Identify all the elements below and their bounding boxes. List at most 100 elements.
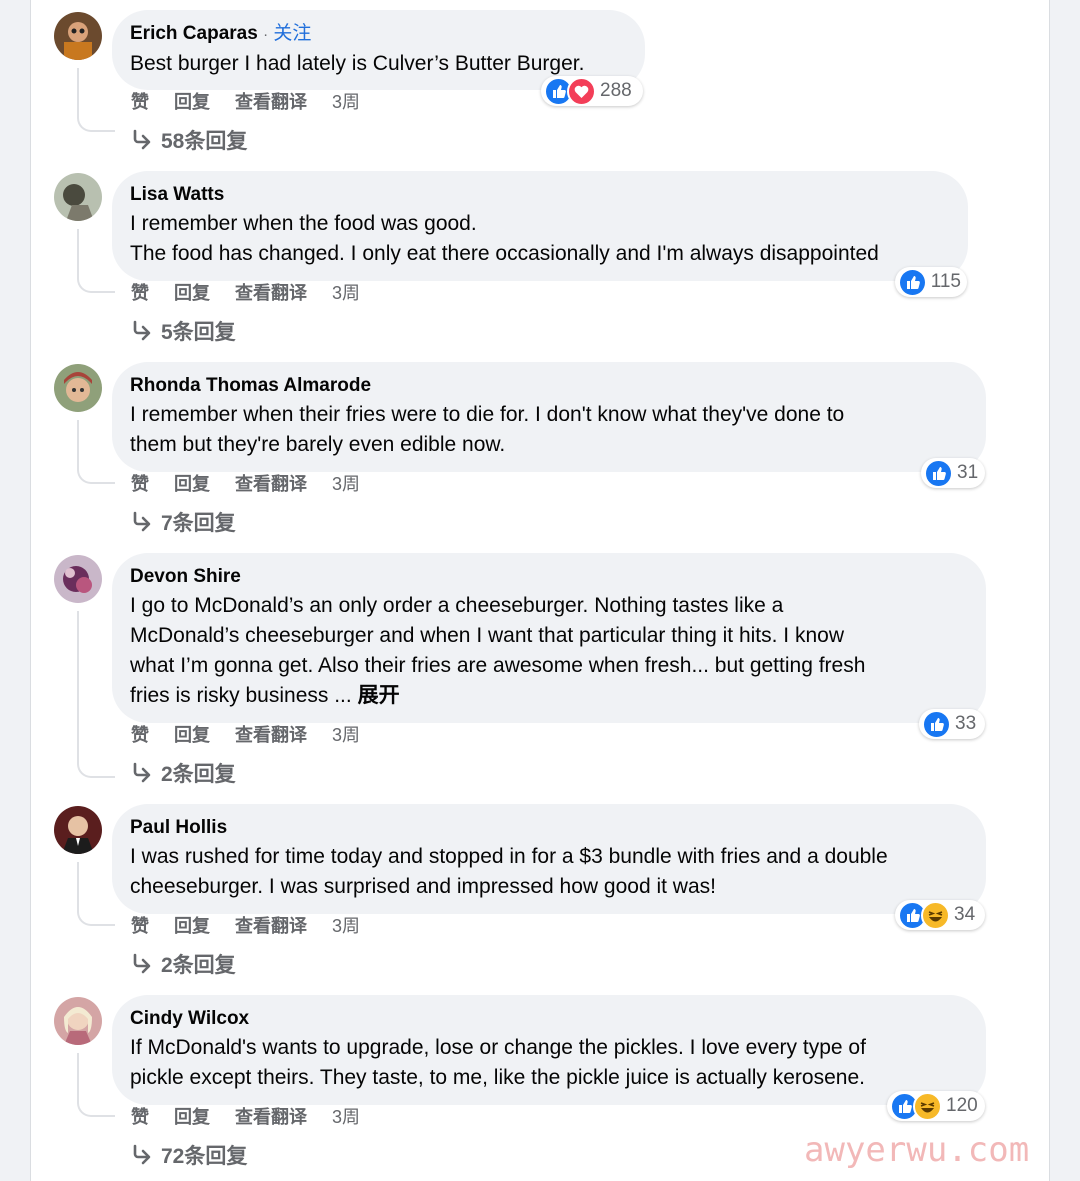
comment-actions: 赞 回复 查看翻译 3周 bbox=[131, 88, 380, 114]
comment-text: I go to McDonald’s an only order a chees… bbox=[130, 591, 968, 711]
translate-button[interactable]: 查看翻译 bbox=[235, 283, 307, 303]
thread-line bbox=[77, 1053, 115, 1117]
comment-time[interactable]: 3周 bbox=[332, 283, 360, 303]
comment-bubble: Lisa Watts I remember when the food was … bbox=[112, 171, 968, 281]
reaction-summary[interactable]: 288 bbox=[541, 76, 643, 106]
like-button[interactable]: 赞 bbox=[131, 92, 149, 112]
reaction-count: 115 bbox=[930, 271, 961, 292]
comment: Lisa Watts I remember when the food was … bbox=[31, 161, 1049, 352]
author-line: Lisa Watts bbox=[130, 181, 950, 209]
like-button[interactable]: 赞 bbox=[131, 474, 149, 494]
author-name[interactable]: Erich Caparas bbox=[130, 23, 258, 44]
comment-time[interactable]: 3周 bbox=[332, 1107, 360, 1127]
comment-bubble: Cindy Wilcox If McDonald's wants to upgr… bbox=[112, 995, 986, 1105]
follow-button[interactable]: 关注 bbox=[273, 23, 311, 44]
reaction-summary[interactable]: 31 bbox=[921, 458, 985, 488]
translate-button[interactable]: 查看翻译 bbox=[235, 474, 307, 494]
comment-text: I was rushed for time today and stopped … bbox=[130, 842, 968, 902]
reply-button[interactable]: 回复 bbox=[174, 283, 210, 303]
avatar[interactable] bbox=[54, 173, 102, 221]
replies-count: 2条回复 bbox=[161, 763, 236, 786]
laughing-face-icon bbox=[913, 1091, 942, 1121]
reaction-summary[interactable]: 34 bbox=[895, 900, 985, 930]
comment-time[interactable]: 3周 bbox=[332, 92, 360, 112]
translate-button[interactable]: 查看翻译 bbox=[235, 92, 307, 112]
reply-button[interactable]: 回复 bbox=[174, 725, 210, 745]
comment-line: The food has changed. I only eat there o… bbox=[130, 242, 879, 265]
view-replies-button[interactable]: 2条回复 bbox=[131, 949, 236, 981]
author-name[interactable]: Paul Hollis bbox=[130, 817, 227, 838]
reply-button[interactable]: 回复 bbox=[174, 916, 210, 936]
translate-button[interactable]: 查看翻译 bbox=[235, 725, 307, 745]
comment-line: them but they're barely even edible now. bbox=[130, 433, 506, 456]
like-button[interactable]: 赞 bbox=[131, 1107, 149, 1127]
comment: Paul Hollis I was rushed for time today … bbox=[31, 794, 1049, 985]
reaction-count: 120 bbox=[946, 1095, 978, 1116]
replies-count: 58条回复 bbox=[161, 130, 248, 153]
comment-text: I remember when the food was good. The f… bbox=[130, 209, 950, 269]
replies-count: 7条回复 bbox=[161, 512, 236, 535]
avatar[interactable] bbox=[54, 12, 102, 60]
reaction-count: 288 bbox=[600, 80, 632, 101]
comment-text: I remember when their fries were to die … bbox=[130, 400, 968, 460]
avatar[interactable] bbox=[54, 806, 102, 854]
thumbs-up-icon bbox=[922, 709, 951, 739]
comment-time[interactable]: 3周 bbox=[332, 474, 360, 494]
reply-arrow-icon bbox=[131, 762, 153, 790]
comment-line: Best burger I had lately is Culver’s But… bbox=[130, 52, 585, 75]
view-replies-button[interactable]: 2条回复 bbox=[131, 758, 236, 790]
reaction-summary[interactable]: 120 bbox=[887, 1091, 985, 1121]
reply-button[interactable]: 回复 bbox=[174, 1107, 210, 1127]
comment-actions: 赞 回复 查看翻译 3周 bbox=[131, 279, 380, 305]
reply-button[interactable]: 回复 bbox=[174, 92, 210, 112]
translate-button[interactable]: 查看翻译 bbox=[235, 1107, 307, 1127]
reply-arrow-icon bbox=[131, 953, 153, 981]
thumbs-up-icon bbox=[898, 267, 927, 297]
thread-line bbox=[77, 229, 115, 293]
comment-line: fries is risky business ... 展开 bbox=[130, 681, 968, 711]
author-line: Erich Caparas · 关注 bbox=[130, 20, 627, 49]
comment-time[interactable]: 3周 bbox=[332, 725, 360, 745]
thread-line bbox=[77, 68, 115, 132]
comment-line: I go to McDonald’s an only order a chees… bbox=[130, 594, 784, 617]
comment-time[interactable]: 3周 bbox=[332, 916, 360, 936]
reply-button[interactable]: 回复 bbox=[174, 474, 210, 494]
separator-dot: · bbox=[263, 26, 269, 43]
view-replies-button[interactable]: 5条回复 bbox=[131, 316, 236, 348]
author-line: Cindy Wilcox bbox=[130, 1005, 968, 1033]
comments-panel: Erich Caparas · 关注 Best burger I had lat… bbox=[30, 0, 1050, 1181]
reaction-summary[interactable]: 115 bbox=[895, 267, 967, 297]
like-button[interactable]: 赞 bbox=[131, 283, 149, 303]
author-name[interactable]: Cindy Wilcox bbox=[130, 1008, 249, 1029]
reaction-summary[interactable]: 33 bbox=[919, 709, 985, 739]
reply-arrow-icon bbox=[131, 1144, 153, 1172]
view-replies-button[interactable]: 58条回复 bbox=[131, 125, 247, 157]
avatar[interactable] bbox=[54, 555, 102, 603]
avatar[interactable] bbox=[54, 364, 102, 412]
comment-bubble: Paul Hollis I was rushed for time today … bbox=[112, 804, 986, 914]
comment: Rhonda Thomas Almarode I remember when t… bbox=[31, 352, 1049, 543]
comment-actions: 赞 回复 查看翻译 3周 bbox=[131, 1103, 380, 1129]
thread-line bbox=[77, 420, 115, 484]
comment-line: I was rushed for time today and stopped … bbox=[130, 845, 888, 868]
reaction-count: 34 bbox=[954, 904, 976, 925]
thread-line bbox=[77, 862, 115, 926]
see-more-button[interactable]: 展开 bbox=[358, 684, 400, 707]
comment-line: pickle except theirs. They taste, to me,… bbox=[130, 1066, 865, 1089]
reply-arrow-icon bbox=[131, 129, 153, 157]
like-button[interactable]: 赞 bbox=[131, 725, 149, 745]
like-button[interactable]: 赞 bbox=[131, 916, 149, 936]
view-replies-button[interactable]: 7条回复 bbox=[131, 507, 236, 539]
author-name[interactable]: Devon Shire bbox=[130, 566, 241, 587]
avatar[interactable] bbox=[54, 997, 102, 1045]
view-replies-button[interactable]: 72条回复 bbox=[131, 1140, 247, 1172]
author-name[interactable]: Rhonda Thomas Almarode bbox=[130, 375, 371, 396]
reply-arrow-icon bbox=[131, 511, 153, 539]
author-line: Paul Hollis bbox=[130, 814, 968, 842]
comment-line: cheeseburger. I was surprised and impres… bbox=[130, 875, 716, 898]
watermark: awyerwu.com bbox=[804, 1130, 1030, 1170]
author-name[interactable]: Lisa Watts bbox=[130, 184, 224, 205]
comment-actions: 赞 回复 查看翻译 3周 bbox=[131, 470, 380, 496]
thumbs-up-icon bbox=[924, 458, 953, 488]
translate-button[interactable]: 查看翻译 bbox=[235, 916, 307, 936]
